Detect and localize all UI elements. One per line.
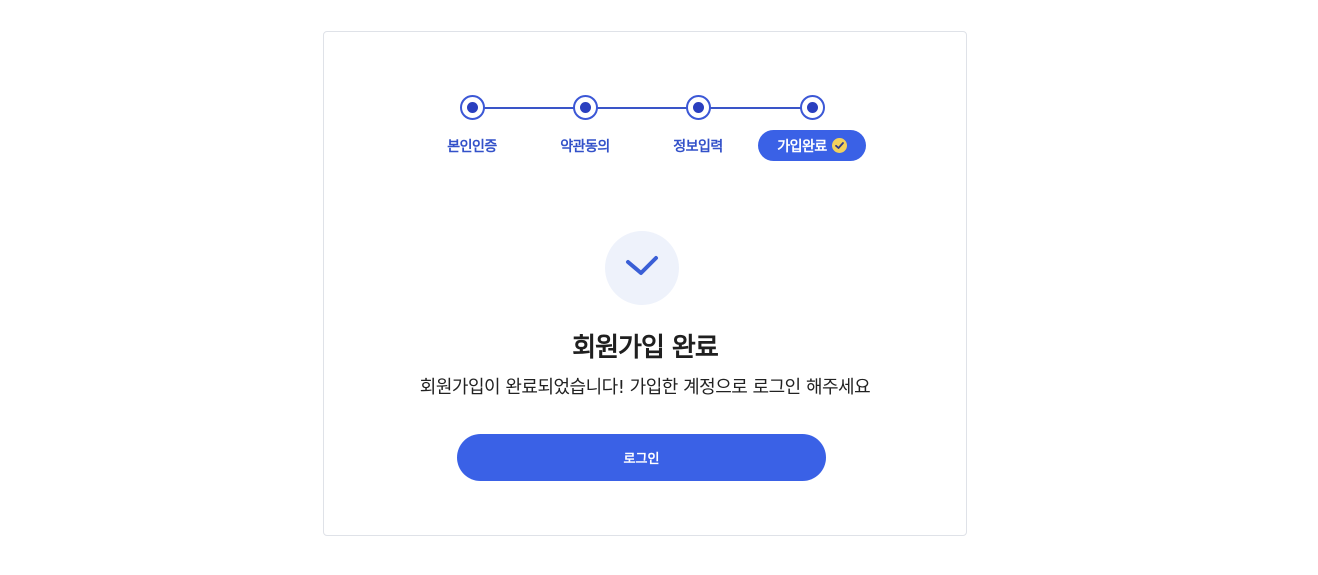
step-label-identity-verification: 본인인증 — [447, 139, 497, 155]
login-button[interactable]: 로그인 — [457, 434, 826, 481]
success-icon-circle — [605, 231, 679, 305]
step-dot-3 — [685, 95, 711, 120]
checkmark-icon — [625, 254, 659, 282]
signup-complete-card: 본인인증 약관동의 정보입력 가입완료 회원가입 완료 회원가입이 완료되었습니… — [323, 31, 967, 536]
stepper-line — [472, 107, 813, 109]
step-dot-2 — [572, 95, 598, 120]
step-label-terms-agreement: 약관동의 — [560, 139, 610, 155]
page-title: 회원가입 완료 — [572, 333, 719, 363]
check-circle-icon — [831, 138, 847, 153]
completion-message: 회원가입이 완료되었습니다! 가입한 계정으로 로그인 해주세요 — [419, 377, 871, 398]
step-label-information-input: 정보입력 — [673, 139, 723, 155]
step-label-signup-complete: 가입완료 — [777, 138, 827, 155]
step-dot-4 — [799, 95, 825, 120]
step-current-pill: 가입완료 — [758, 130, 866, 161]
signup-stepper: 본인인증 약관동의 정보입력 가입완료 — [324, 32, 966, 172]
step-dot-1 — [459, 95, 485, 120]
